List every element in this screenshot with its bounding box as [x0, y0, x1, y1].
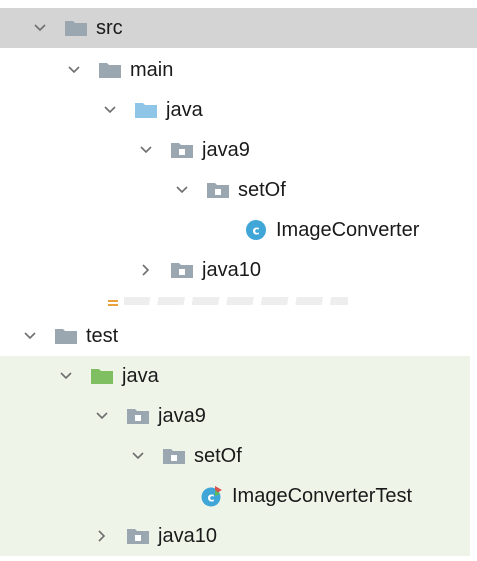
tree-node-imageconverter[interactable]: c ImageConverter: [0, 210, 477, 250]
chevron-right-icon[interactable]: [136, 260, 156, 280]
tree-node-label: java9: [202, 139, 250, 161]
tree-node-label: src: [96, 17, 123, 39]
tree-node-label: ImageConverter: [276, 219, 420, 241]
svg-text:c: c: [207, 491, 214, 505]
tree-node-label: ImageConverterTest: [232, 485, 413, 507]
folder-icon: [98, 60, 122, 80]
class-icon: c: [244, 220, 268, 240]
tree-node-label: java10: [202, 259, 261, 281]
package-icon: [126, 526, 150, 546]
tree-node-main-setof[interactable]: setOf: [0, 170, 477, 210]
package-icon: [206, 180, 230, 200]
chevron-down-icon[interactable]: [100, 100, 120, 120]
drag-ghost-indicator: [124, 297, 348, 305]
package-icon: [126, 406, 150, 426]
chevron-down-icon[interactable]: [20, 326, 40, 346]
chevron-down-icon[interactable]: [56, 366, 76, 386]
chevron-down-icon[interactable]: [172, 180, 192, 200]
chevron-down-icon[interactable]: [136, 140, 156, 160]
tree-node-main-java[interactable]: java: [0, 90, 477, 130]
tree-node-src[interactable]: src: [0, 8, 477, 48]
tree-node-label: test: [86, 325, 119, 347]
package-icon: [170, 260, 194, 280]
tree-node-imageconvertertest[interactable]: c ImageConverterTest: [0, 476, 470, 516]
package-icon: [162, 446, 186, 466]
test-root-folder-icon: [90, 366, 114, 386]
folder-icon: [64, 18, 88, 38]
svg-text:c: c: [252, 224, 259, 238]
tree-node-test-java9[interactable]: java9: [0, 396, 470, 436]
chevron-down-icon[interactable]: [64, 60, 84, 80]
chevron-down-icon[interactable]: [92, 406, 112, 426]
chevron-right-icon[interactable]: [92, 526, 112, 546]
source-root-folder-icon: [134, 100, 158, 120]
tree-node-label: java10: [158, 525, 217, 547]
tree-node-label: setOf: [238, 179, 286, 201]
drop-indicator-icon: [108, 300, 118, 306]
tree-node-label: java: [122, 365, 159, 387]
chevron-down-icon[interactable]: [30, 18, 50, 38]
tree-node-main-java9[interactable]: java9: [0, 130, 477, 170]
tree-node-main-java10[interactable]: java10: [0, 250, 477, 290]
folder-icon: [54, 326, 78, 346]
tree-node-test-java10[interactable]: java10: [0, 516, 470, 556]
tree-node-label: java: [166, 99, 203, 121]
chevron-down-icon[interactable]: [128, 446, 148, 466]
tree-node-label: java9: [158, 405, 206, 427]
package-icon: [170, 140, 194, 160]
tree-node-main[interactable]: main: [0, 50, 477, 90]
tree-node-test-setof[interactable]: setOf: [0, 436, 470, 476]
tree-node-test-java[interactable]: java: [0, 356, 470, 396]
tree-node-test[interactable]: test: [0, 316, 477, 356]
test-class-icon: c: [200, 486, 224, 507]
tree-node-label: setOf: [194, 445, 242, 467]
tree-node-label: main: [130, 59, 174, 81]
